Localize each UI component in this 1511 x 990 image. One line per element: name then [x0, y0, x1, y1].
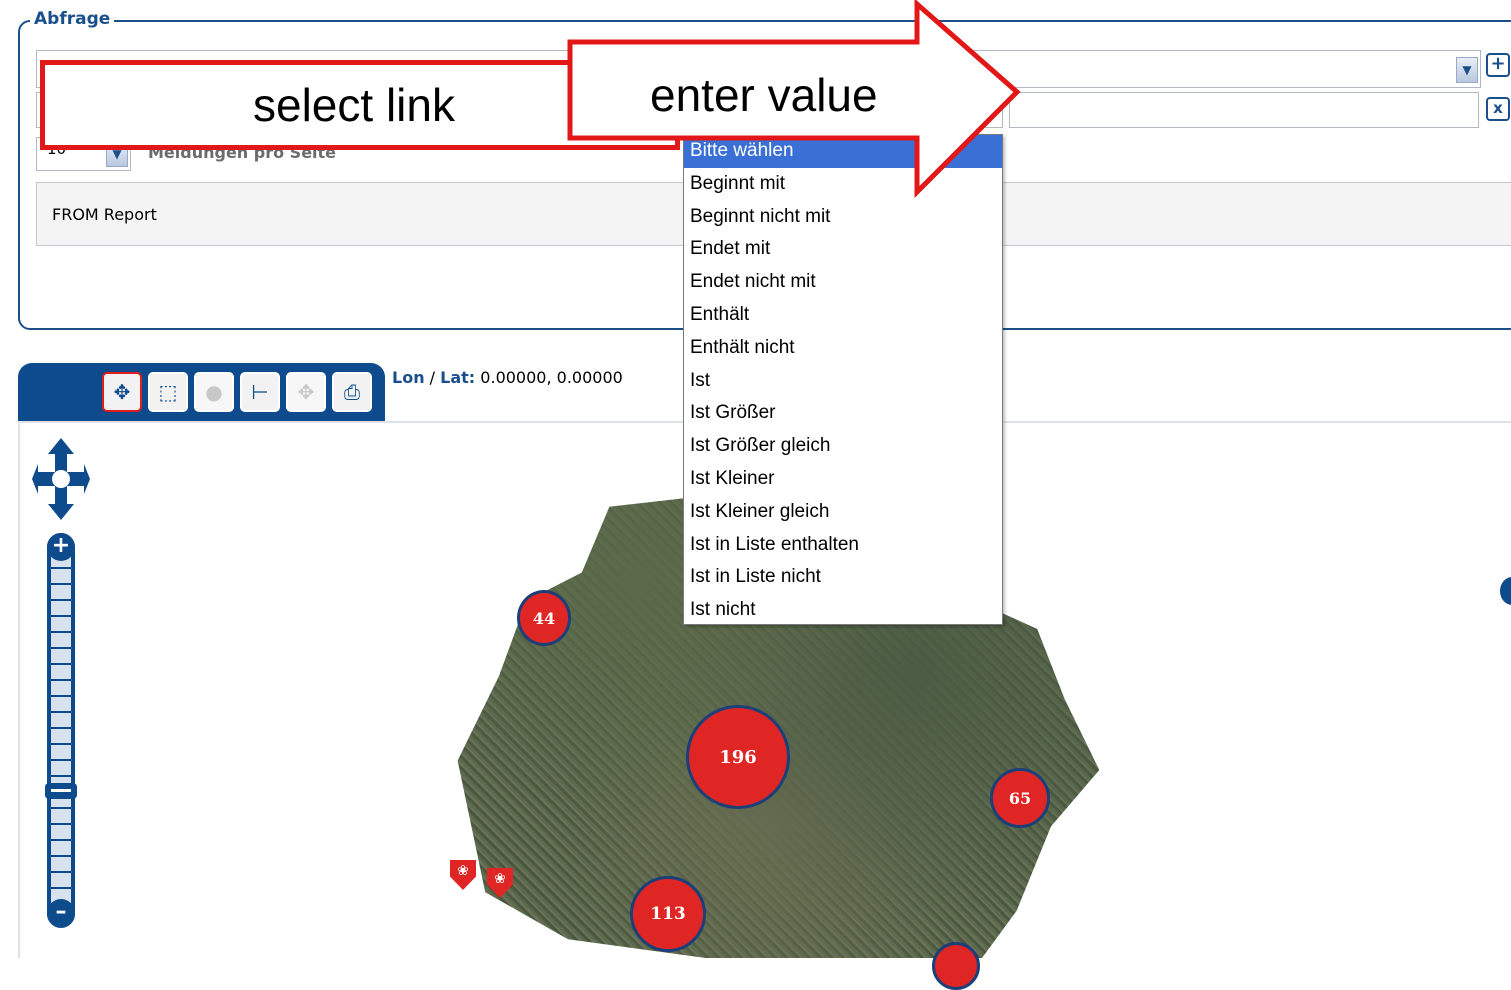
lon-label: Lon — [392, 368, 425, 387]
callout-text: select link — [253, 79, 455, 131]
dropdown-option[interactable]: Ist Kleiner — [684, 463, 1002, 496]
print-icon[interactable]: ⎙ — [332, 372, 372, 412]
dropdown-option[interactable]: Endet mit — [684, 233, 1002, 266]
dropdown-option[interactable]: Ist in Liste nicht — [684, 561, 1002, 594]
dropdown-option[interactable]: Ist in Liste enthalten — [684, 529, 1002, 562]
cluster-marker[interactable]: 44 — [517, 590, 571, 646]
dropdown-option[interactable]: Beginnt nicht mit — [684, 201, 1002, 234]
zoom-extent-icon[interactable]: ✥ — [286, 372, 326, 412]
dropdown-option[interactable]: Ist Größer gleich — [684, 430, 1002, 463]
cluster-marker[interactable]: 196 — [686, 705, 790, 809]
lat-label: Lat: — [440, 368, 476, 387]
cluster-marker-partial[interactable] — [932, 942, 980, 990]
cluster-marker[interactable]: 65 — [990, 768, 1050, 828]
location-pin-icon[interactable]: ❀ — [450, 860, 476, 890]
zoom-handle[interactable] — [45, 783, 77, 799]
select-area-icon[interactable]: ⬚ — [148, 372, 188, 412]
cluster-marker[interactable]: 113 — [630, 876, 706, 952]
dropdown-option[interactable]: Ist nicht — [684, 594, 1002, 627]
point-icon[interactable]: ● — [194, 372, 234, 412]
coordinate-readout: Lon / Lat: 0.00000, 0.00000 — [392, 368, 623, 387]
lonlat-separator: / — [429, 368, 436, 387]
remove-condition-button[interactable]: x — [1486, 97, 1510, 121]
dropdown-option[interactable]: Ist Größer — [684, 397, 1002, 430]
measure-icon[interactable]: ⊢ — [240, 372, 280, 412]
operator-dropdown-list: Bitte wählen Beginnt mit Beginnt nicht m… — [683, 134, 1003, 625]
dropdown-option[interactable]: Enthält — [684, 299, 1002, 332]
zoom-out-button[interactable]: – — [47, 899, 75, 927]
map-side-control[interactable] — [1500, 577, 1511, 605]
query-text: FROM Report — [52, 205, 157, 224]
query-legend: Abfrage — [30, 9, 115, 29]
zoom-in-button[interactable]: + — [47, 533, 75, 561]
chevron-down-icon[interactable]: ▼ — [1456, 57, 1478, 83]
coordinate-value: 0.00000, 0.00000 — [480, 368, 623, 387]
dropdown-option[interactable]: Enthält nicht — [684, 332, 1002, 365]
map-toolbar: ✥ ⬚ ● ⊢ ✥ ⎙ — [18, 363, 385, 421]
value-input[interactable] — [1009, 92, 1479, 128]
zoom-slider[interactable] — [47, 533, 75, 928]
callout-text: enter value — [650, 69, 878, 121]
dropdown-option[interactable]: Ist — [684, 365, 1002, 398]
dropdown-option[interactable]: Ist Kleiner gleich — [684, 496, 1002, 529]
dropdown-option[interactable]: Endet nicht mit — [684, 266, 1002, 299]
map-left-border — [18, 421, 20, 958]
pan-control-icon[interactable] — [32, 436, 90, 522]
pan-icon[interactable]: ✥ — [102, 372, 142, 412]
add-condition-button[interactable]: + — [1486, 53, 1510, 77]
